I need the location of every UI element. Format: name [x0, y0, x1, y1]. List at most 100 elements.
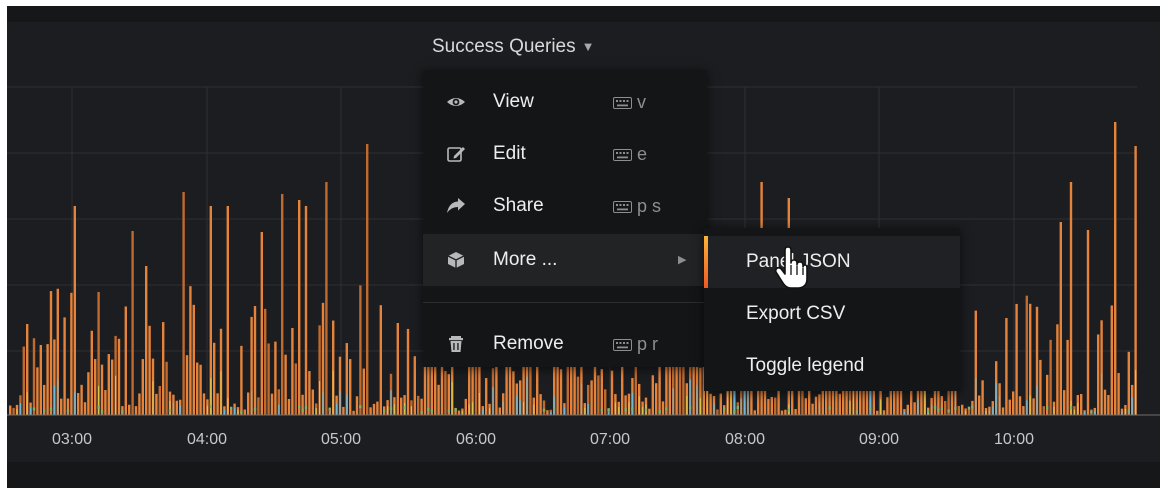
series-bar [1127, 409, 1130, 413]
keyboard-icon [613, 149, 632, 161]
series-bar [355, 396, 359, 415]
series-bar [1069, 182, 1073, 415]
series-bar [134, 406, 138, 415]
series-bar [651, 375, 654, 415]
series-bar [332, 370, 334, 415]
series-bar [689, 406, 692, 410]
series-bar [270, 393, 274, 415]
series-bar [957, 405, 960, 415]
series-bar [661, 401, 665, 415]
series-bar [849, 400, 851, 415]
series-bar [70, 292, 73, 415]
series-bar [1101, 373, 1103, 415]
series-bar [430, 409, 433, 413]
series-bar [447, 374, 450, 415]
series-bar [787, 408, 790, 412]
series-bar [553, 396, 555, 415]
series-bar [1107, 395, 1110, 415]
share-icon [447, 198, 465, 213]
series-bar [1121, 411, 1123, 415]
series-bar [138, 393, 141, 415]
menu-item-edit[interactable]: Edit e [423, 128, 707, 180]
series-bar [253, 407, 257, 411]
series-bar [933, 405, 937, 409]
series-bar [1097, 334, 1100, 415]
series-bar [804, 398, 807, 415]
series-bar [1090, 410, 1093, 414]
series-bar [294, 363, 297, 415]
series-bar [489, 408, 491, 415]
series-bar [672, 388, 674, 415]
series-bar [243, 409, 246, 415]
menu-item-remove[interactable]: Remove p r [423, 318, 707, 370]
series-bar [66, 409, 70, 413]
series-bar [400, 397, 403, 415]
series-bar [913, 402, 916, 415]
series-bar [230, 406, 233, 410]
series-bar [32, 338, 36, 415]
series-bar [264, 308, 267, 415]
menu-item-label: View [493, 91, 534, 112]
series-bar [1077, 403, 1079, 415]
series-bar [590, 380, 593, 415]
series-bar [336, 403, 338, 415]
series-bar [614, 402, 616, 415]
submenu-item-panel-json[interactable]: Panel JSON [704, 236, 960, 288]
series-bar [36, 367, 39, 415]
series-bar [389, 407, 393, 411]
panel-title[interactable]: Success Queries ▼ [432, 32, 595, 62]
series-bar [366, 144, 369, 415]
series-bar [12, 407, 15, 415]
menu-item-share[interactable]: Share p s [423, 180, 707, 232]
series-bar [257, 397, 260, 415]
series-bar [539, 394, 542, 415]
submenu-item-toggle-legend[interactable]: Toggle legend [704, 340, 960, 392]
series-bar [304, 206, 308, 415]
menu-item-more[interactable]: More ... ▶ [423, 234, 707, 286]
series-bar [713, 403, 715, 415]
series-bar [733, 410, 736, 414]
series-bar [162, 322, 165, 415]
series-bar [291, 327, 294, 415]
series-bar [328, 407, 331, 411]
series-bar [1026, 400, 1028, 415]
submenu-item-export-csv[interactable]: Export CSV [704, 288, 960, 340]
series-bar [349, 359, 352, 415]
series-bar [492, 386, 494, 415]
series-bar [628, 402, 630, 415]
series-bar [533, 404, 535, 415]
submenu-item-label: Toggle legend [746, 355, 865, 376]
series-bar [383, 409, 386, 413]
series-bar [553, 407, 556, 411]
series-bar [526, 376, 528, 415]
keyboard-icon [613, 201, 632, 213]
series-bar [1015, 303, 1018, 415]
series-bar [869, 407, 872, 411]
series-bar [447, 409, 450, 413]
series-bar [624, 395, 627, 415]
series-bar [247, 392, 250, 415]
series-bar [413, 356, 416, 415]
series-bar [740, 398, 742, 415]
series-bar [965, 411, 967, 415]
series-bar [30, 407, 32, 415]
series-bar [39, 344, 42, 415]
series-bar [192, 304, 195, 415]
series-bar [1135, 370, 1137, 415]
x-tick: 05:00 [321, 431, 361, 448]
series-bar [1032, 398, 1035, 415]
series-bar [631, 392, 633, 415]
series-bar [882, 410, 886, 415]
series-bar [281, 194, 284, 415]
series-bar [94, 359, 97, 415]
menu-item-view[interactable]: View v [423, 76, 707, 128]
series-bar [719, 393, 722, 415]
series-bar [372, 403, 376, 415]
series-bar [346, 394, 348, 415]
series-bar [727, 391, 729, 415]
series-bar [390, 390, 392, 415]
series-bar [1018, 396, 1022, 415]
series-bar [907, 408, 909, 415]
series-bar [359, 285, 362, 415]
series-bar [274, 341, 277, 415]
